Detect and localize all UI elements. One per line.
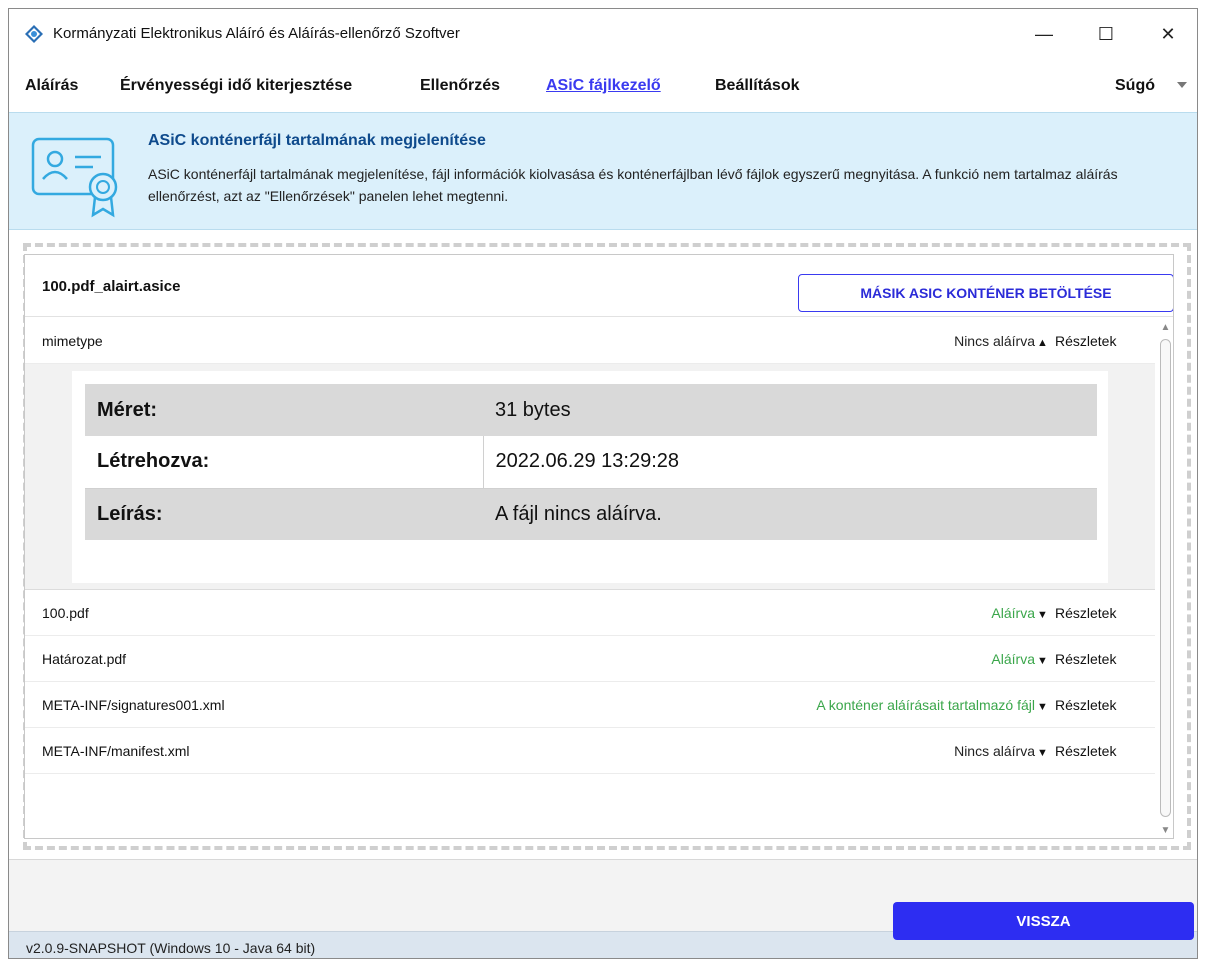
list-item[interactable]: META-INF/manifest.xml Nincs aláírva ▼ Rés… xyxy=(25,728,1155,774)
info-banner: ASiC konténerfájl tartalmának megjelenít… xyxy=(9,112,1197,230)
menu-item-help[interactable]: Súgó xyxy=(1115,77,1155,95)
window-title: Kormányzati Elektronikus Aláíró és Aláír… xyxy=(53,25,460,42)
certificate-icon xyxy=(31,137,118,218)
file-list: mimetype Nincs aláírva ▲ Részletek Méret:… xyxy=(25,318,1155,774)
menu-item-validity-extension[interactable]: Érvényességi idő kiterjesztése xyxy=(120,77,352,95)
title-bar: Kormányzati Elektronikus Aláíró és Aláír… xyxy=(9,9,1197,59)
size-label: Méret: xyxy=(85,384,483,436)
main-menu: Aláírás Érvényességi idő kiterjesztése E… xyxy=(9,67,1197,103)
app-logo-icon xyxy=(25,25,43,43)
details-toggle[interactable]: ▼ Részletek xyxy=(1037,605,1116,621)
signature-status: Aláírva xyxy=(991,651,1035,667)
description-label: Leírás: xyxy=(85,488,483,540)
file-name: META-INF/manifest.xml xyxy=(42,743,190,759)
chevron-down-icon: ▼ xyxy=(1037,701,1048,713)
version-label: v2.0.9-SNAPSHOT (Windows 10 - Java 64 bi… xyxy=(26,940,316,956)
table-row: Létrehozva: 2022.06.29 13:29:28 xyxy=(85,436,1097,489)
chevron-up-icon: ▲ xyxy=(1037,337,1048,349)
table-row: Méret: 31 bytes xyxy=(85,384,1097,436)
chevron-down-icon: ▼ xyxy=(1037,747,1048,759)
signature-status: Aláírva xyxy=(991,605,1035,621)
details-label: Részletek xyxy=(1055,651,1117,667)
table-row: Leírás: A fájl nincs aláírva. xyxy=(85,488,1097,540)
signature-status: A konténer aláírásait tartalmazó fájl xyxy=(816,697,1035,713)
banner-description: ASiC konténerfájl tartalmának megjelenít… xyxy=(148,166,1118,204)
menu-item-settings[interactable]: Beállítások xyxy=(715,77,799,95)
description-value: A fájl nincs aláírva. xyxy=(483,488,1097,540)
maximize-button[interactable]: ☐ xyxy=(1075,9,1137,59)
signature-status: Nincs aláírva xyxy=(954,743,1035,759)
file-name: 100.pdf xyxy=(42,605,89,621)
list-item[interactable]: 100.pdf Aláírva ▼ Részletek xyxy=(25,590,1155,636)
file-details-panel: Méret: 31 bytes Létrehozva: 2022.06.29 1… xyxy=(25,364,1155,590)
details-table: Méret: 31 bytes Létrehozva: 2022.06.29 1… xyxy=(85,384,1097,540)
details-label: Részletek xyxy=(1055,743,1117,759)
details-card: Méret: 31 bytes Létrehozva: 2022.06.29 1… xyxy=(72,371,1108,583)
size-value: 31 bytes xyxy=(483,384,1097,436)
list-item[interactable]: META-INF/signatures001.xml A konténer al… xyxy=(25,682,1155,728)
menu-item-verification[interactable]: Ellenőrzés xyxy=(420,77,500,95)
details-label: Részletek xyxy=(1055,333,1117,349)
signature-status: Nincs aláírva xyxy=(954,333,1035,349)
container-header: 100.pdf_alairt.asice MÁSIK ASIC KONTÉNER… xyxy=(25,255,1173,317)
file-name: mimetype xyxy=(42,333,103,349)
app-window: Kormányzati Elektronikus Aláíró és Aláír… xyxy=(8,8,1198,959)
file-name: META-INF/signatures001.xml xyxy=(42,697,225,713)
scroll-thumb[interactable] xyxy=(1160,339,1171,817)
details-label: Részletek xyxy=(1055,605,1117,621)
details-toggle[interactable]: ▲ Részletek xyxy=(1037,333,1116,349)
container-panel: 100.pdf_alairt.asice MÁSIK ASIC KONTÉNER… xyxy=(24,254,1174,839)
list-item[interactable]: mimetype Nincs aláírva ▲ Részletek xyxy=(25,318,1155,364)
scroll-up-icon[interactable]: ▲ xyxy=(1157,319,1173,336)
help-dropdown-icon[interactable] xyxy=(1177,82,1187,88)
container-file-name: 100.pdf_alairt.asice xyxy=(42,278,181,295)
details-toggle[interactable]: ▼ Részletek xyxy=(1037,651,1116,667)
load-other-container-button[interactable]: MÁSIK ASIC KONTÉNER BETÖLTÉSE xyxy=(798,274,1173,312)
file-name: Határozat.pdf xyxy=(42,651,127,667)
minimize-button[interactable]: — xyxy=(1013,9,1075,59)
menu-item-asic-file-manager[interactable]: ASiC fájlkezelő xyxy=(546,77,661,95)
menu-item-signing[interactable]: Aláírás xyxy=(25,77,78,95)
created-value: 2022.06.29 13:29:28 xyxy=(483,436,1097,489)
details-toggle[interactable]: ▼ Részletek xyxy=(1037,697,1116,713)
scroll-down-icon[interactable]: ▼ xyxy=(1157,822,1173,838)
created-label: Létrehozva: xyxy=(85,436,484,489)
close-button[interactable]: ✕ xyxy=(1137,9,1197,59)
list-item[interactable]: Határozat.pdf Aláírva ▼ Részletek xyxy=(25,636,1155,682)
banner-title: ASiC konténerfájl tartalmának megjelenít… xyxy=(148,132,486,149)
chevron-down-icon: ▼ xyxy=(1037,609,1048,621)
back-button[interactable]: VISSZA xyxy=(893,902,1194,940)
details-label: Részletek xyxy=(1055,697,1117,713)
vertical-scrollbar[interactable]: ▲ ▼ xyxy=(1157,319,1173,838)
chevron-down-icon: ▼ xyxy=(1037,655,1048,667)
details-toggle[interactable]: ▼ Részletek xyxy=(1037,743,1116,759)
